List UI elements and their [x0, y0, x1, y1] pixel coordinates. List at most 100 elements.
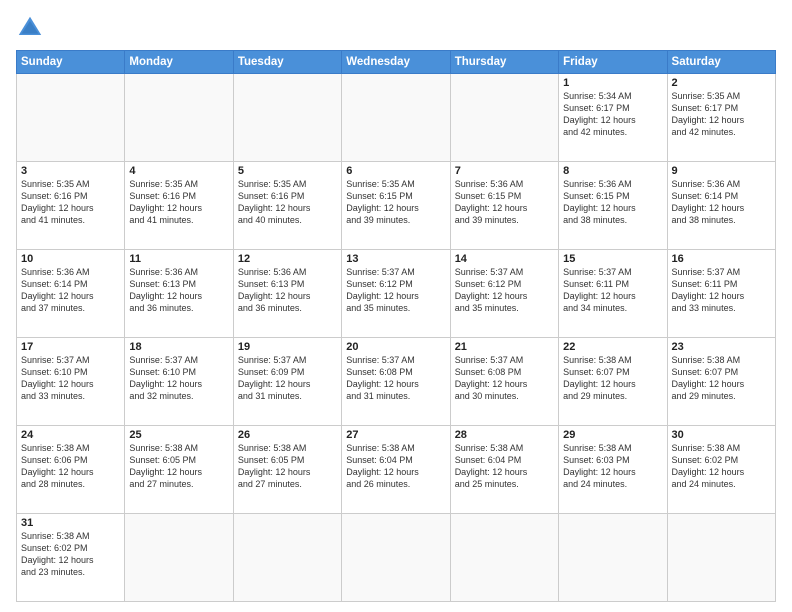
- day-number: 25: [129, 429, 228, 441]
- cal-cell: 13Sunrise: 5:37 AM Sunset: 6:12 PM Dayli…: [342, 250, 450, 338]
- cal-cell: 27Sunrise: 5:38 AM Sunset: 6:04 PM Dayli…: [342, 426, 450, 514]
- day-info: Sunrise: 5:37 AM Sunset: 6:11 PM Dayligh…: [563, 266, 662, 315]
- cal-cell: 12Sunrise: 5:36 AM Sunset: 6:13 PM Dayli…: [233, 250, 341, 338]
- logo: [16, 14, 48, 42]
- day-number: 4: [129, 165, 228, 177]
- day-info: Sunrise: 5:35 AM Sunset: 6:16 PM Dayligh…: [21, 178, 120, 227]
- day-info: Sunrise: 5:38 AM Sunset: 6:02 PM Dayligh…: [21, 530, 120, 579]
- day-info: Sunrise: 5:36 AM Sunset: 6:14 PM Dayligh…: [672, 178, 771, 227]
- day-number: 18: [129, 341, 228, 353]
- cal-cell: [559, 514, 667, 602]
- weekday-header-monday: Monday: [125, 51, 233, 74]
- cal-cell: 19Sunrise: 5:37 AM Sunset: 6:09 PM Dayli…: [233, 338, 341, 426]
- cal-cell: 15Sunrise: 5:37 AM Sunset: 6:11 PM Dayli…: [559, 250, 667, 338]
- cal-cell: 30Sunrise: 5:38 AM Sunset: 6:02 PM Dayli…: [667, 426, 775, 514]
- week-row-5: 31Sunrise: 5:38 AM Sunset: 6:02 PM Dayli…: [17, 514, 776, 602]
- cal-cell: 8Sunrise: 5:36 AM Sunset: 6:15 PM Daylig…: [559, 162, 667, 250]
- cal-cell: [233, 74, 341, 162]
- cal-cell: [450, 514, 558, 602]
- cal-cell: 10Sunrise: 5:36 AM Sunset: 6:14 PM Dayli…: [17, 250, 125, 338]
- day-number: 5: [238, 165, 337, 177]
- day-info: Sunrise: 5:38 AM Sunset: 6:07 PM Dayligh…: [563, 354, 662, 403]
- day-number: 23: [672, 341, 771, 353]
- cal-cell: [125, 74, 233, 162]
- day-number: 6: [346, 165, 445, 177]
- day-info: Sunrise: 5:37 AM Sunset: 6:08 PM Dayligh…: [346, 354, 445, 403]
- cal-cell: 31Sunrise: 5:38 AM Sunset: 6:02 PM Dayli…: [17, 514, 125, 602]
- cal-cell: 4Sunrise: 5:35 AM Sunset: 6:16 PM Daylig…: [125, 162, 233, 250]
- day-info: Sunrise: 5:36 AM Sunset: 6:15 PM Dayligh…: [563, 178, 662, 227]
- weekday-header-sunday: Sunday: [17, 51, 125, 74]
- cal-cell: 23Sunrise: 5:38 AM Sunset: 6:07 PM Dayli…: [667, 338, 775, 426]
- day-info: Sunrise: 5:38 AM Sunset: 6:05 PM Dayligh…: [129, 442, 228, 491]
- day-info: Sunrise: 5:36 AM Sunset: 6:13 PM Dayligh…: [238, 266, 337, 315]
- day-info: Sunrise: 5:34 AM Sunset: 6:17 PM Dayligh…: [563, 90, 662, 139]
- day-number: 13: [346, 253, 445, 265]
- week-row-4: 24Sunrise: 5:38 AM Sunset: 6:06 PM Dayli…: [17, 426, 776, 514]
- cal-cell: 14Sunrise: 5:37 AM Sunset: 6:12 PM Dayli…: [450, 250, 558, 338]
- day-number: 12: [238, 253, 337, 265]
- day-info: Sunrise: 5:38 AM Sunset: 6:04 PM Dayligh…: [346, 442, 445, 491]
- cal-cell: 18Sunrise: 5:37 AM Sunset: 6:10 PM Dayli…: [125, 338, 233, 426]
- day-number: 3: [21, 165, 120, 177]
- header: [16, 14, 776, 42]
- day-number: 29: [563, 429, 662, 441]
- day-number: 20: [346, 341, 445, 353]
- day-number: 27: [346, 429, 445, 441]
- day-info: Sunrise: 5:37 AM Sunset: 6:12 PM Dayligh…: [346, 266, 445, 315]
- week-row-3: 17Sunrise: 5:37 AM Sunset: 6:10 PM Dayli…: [17, 338, 776, 426]
- weekday-header-thursday: Thursday: [450, 51, 558, 74]
- cal-cell: 20Sunrise: 5:37 AM Sunset: 6:08 PM Dayli…: [342, 338, 450, 426]
- cal-cell: 2Sunrise: 5:35 AM Sunset: 6:17 PM Daylig…: [667, 74, 775, 162]
- cal-cell: [17, 74, 125, 162]
- day-info: Sunrise: 5:38 AM Sunset: 6:06 PM Dayligh…: [21, 442, 120, 491]
- cal-cell: 9Sunrise: 5:36 AM Sunset: 6:14 PM Daylig…: [667, 162, 775, 250]
- day-info: Sunrise: 5:36 AM Sunset: 6:15 PM Dayligh…: [455, 178, 554, 227]
- cal-cell: 5Sunrise: 5:35 AM Sunset: 6:16 PM Daylig…: [233, 162, 341, 250]
- day-info: Sunrise: 5:35 AM Sunset: 6:15 PM Dayligh…: [346, 178, 445, 227]
- cal-cell: 24Sunrise: 5:38 AM Sunset: 6:06 PM Dayli…: [17, 426, 125, 514]
- day-number: 21: [455, 341, 554, 353]
- day-info: Sunrise: 5:38 AM Sunset: 6:05 PM Dayligh…: [238, 442, 337, 491]
- cal-cell: [342, 74, 450, 162]
- day-number: 7: [455, 165, 554, 177]
- day-info: Sunrise: 5:35 AM Sunset: 6:16 PM Dayligh…: [238, 178, 337, 227]
- calendar-table: SundayMondayTuesdayWednesdayThursdayFrid…: [16, 50, 776, 602]
- day-number: 26: [238, 429, 337, 441]
- weekday-header-wednesday: Wednesday: [342, 51, 450, 74]
- weekday-header-friday: Friday: [559, 51, 667, 74]
- weekday-header-row: SundayMondayTuesdayWednesdayThursdayFrid…: [17, 51, 776, 74]
- day-info: Sunrise: 5:37 AM Sunset: 6:09 PM Dayligh…: [238, 354, 337, 403]
- day-info: Sunrise: 5:36 AM Sunset: 6:13 PM Dayligh…: [129, 266, 228, 315]
- day-number: 24: [21, 429, 120, 441]
- week-row-0: 1Sunrise: 5:34 AM Sunset: 6:17 PM Daylig…: [17, 74, 776, 162]
- cal-cell: 7Sunrise: 5:36 AM Sunset: 6:15 PM Daylig…: [450, 162, 558, 250]
- cal-cell: 16Sunrise: 5:37 AM Sunset: 6:11 PM Dayli…: [667, 250, 775, 338]
- cal-cell: [667, 514, 775, 602]
- day-number: 8: [563, 165, 662, 177]
- cal-cell: 21Sunrise: 5:37 AM Sunset: 6:08 PM Dayli…: [450, 338, 558, 426]
- cal-cell: [450, 74, 558, 162]
- cal-cell: 25Sunrise: 5:38 AM Sunset: 6:05 PM Dayli…: [125, 426, 233, 514]
- cal-cell: 17Sunrise: 5:37 AM Sunset: 6:10 PM Dayli…: [17, 338, 125, 426]
- cal-cell: 1Sunrise: 5:34 AM Sunset: 6:17 PM Daylig…: [559, 74, 667, 162]
- cal-cell: [125, 514, 233, 602]
- day-number: 14: [455, 253, 554, 265]
- day-number: 1: [563, 77, 662, 89]
- day-number: 16: [672, 253, 771, 265]
- day-info: Sunrise: 5:38 AM Sunset: 6:03 PM Dayligh…: [563, 442, 662, 491]
- weekday-header-saturday: Saturday: [667, 51, 775, 74]
- cal-cell: 3Sunrise: 5:35 AM Sunset: 6:16 PM Daylig…: [17, 162, 125, 250]
- cal-cell: 29Sunrise: 5:38 AM Sunset: 6:03 PM Dayli…: [559, 426, 667, 514]
- week-row-2: 10Sunrise: 5:36 AM Sunset: 6:14 PM Dayli…: [17, 250, 776, 338]
- cal-cell: 28Sunrise: 5:38 AM Sunset: 6:04 PM Dayli…: [450, 426, 558, 514]
- cal-cell: [233, 514, 341, 602]
- day-number: 9: [672, 165, 771, 177]
- weekday-header-tuesday: Tuesday: [233, 51, 341, 74]
- day-info: Sunrise: 5:36 AM Sunset: 6:14 PM Dayligh…: [21, 266, 120, 315]
- cal-cell: [342, 514, 450, 602]
- day-number: 28: [455, 429, 554, 441]
- week-row-1: 3Sunrise: 5:35 AM Sunset: 6:16 PM Daylig…: [17, 162, 776, 250]
- day-info: Sunrise: 5:37 AM Sunset: 6:10 PM Dayligh…: [21, 354, 120, 403]
- logo-icon: [16, 14, 44, 42]
